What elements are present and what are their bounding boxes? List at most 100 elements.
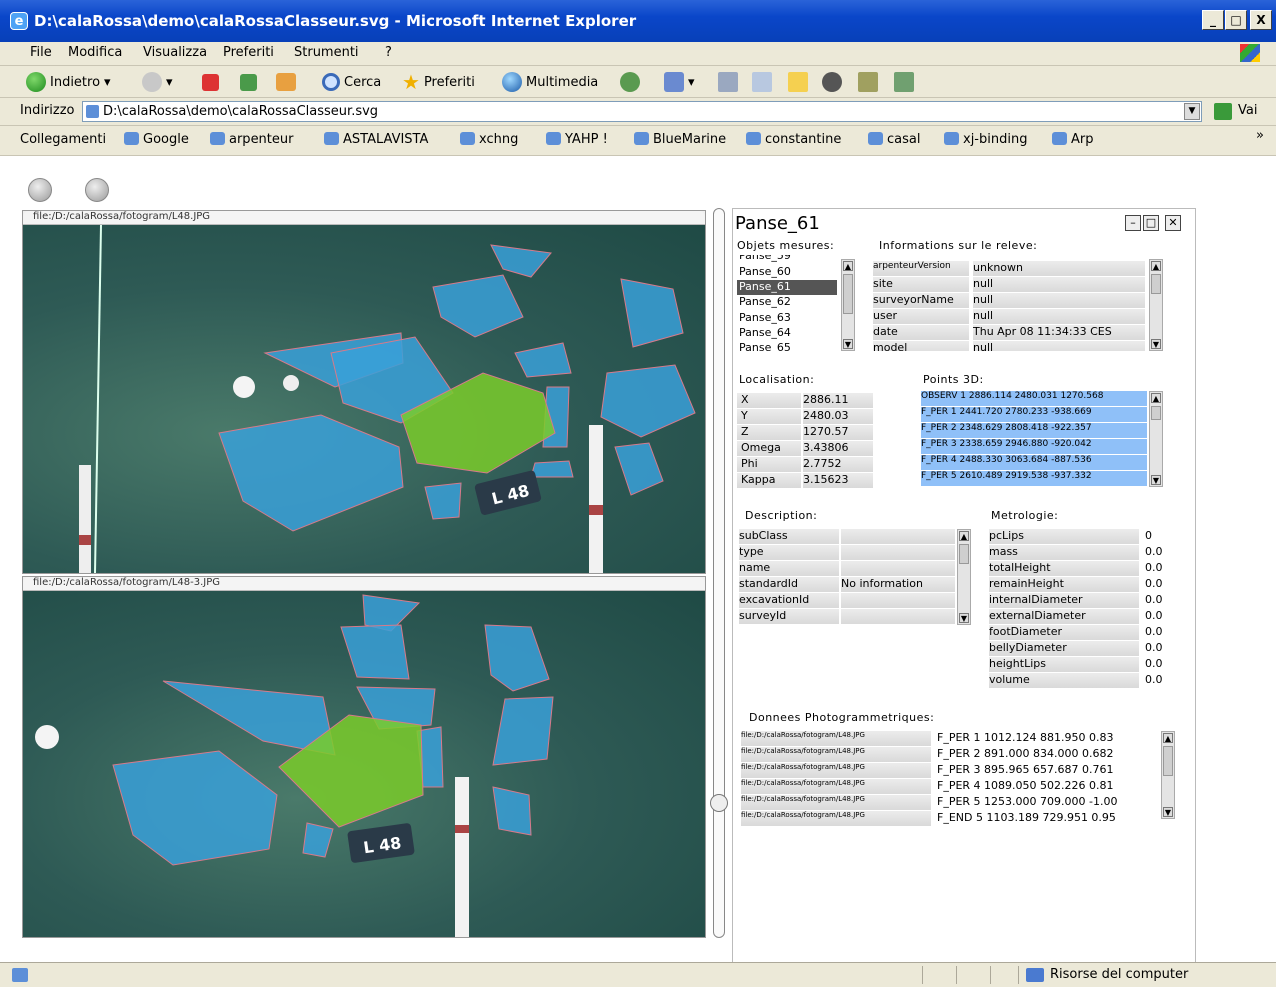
info-key: arpenteurVersion: [873, 261, 969, 276]
nav-circle-button-1[interactable]: [28, 178, 52, 202]
photo-value: F_PER 4 1089.050 502.226 0.81: [937, 779, 1114, 792]
info-label: Informations sur le releve:: [879, 239, 1038, 252]
forward-button[interactable]: ▾: [142, 70, 173, 94]
go-button[interactable]: Vai: [1238, 103, 1257, 118]
desc-key: name: [739, 561, 839, 576]
refresh-icon: [240, 73, 257, 91]
folder-icon: [788, 72, 808, 92]
link-google[interactable]: Google: [124, 132, 189, 147]
link-label: constantine: [765, 132, 842, 147]
ie-logo-icon: e: [10, 12, 28, 30]
description-scrollbar[interactable]: ▲ ▼: [957, 529, 971, 625]
list-item[interactable]: F_PER 3 2338.659 2946.880 -920.042: [921, 439, 1147, 454]
metro-value: 0.0: [1145, 625, 1163, 638]
media-button[interactable]: Multimedia: [502, 70, 598, 94]
mail-button[interactable]: ▾: [664, 70, 695, 94]
menu-modifica[interactable]: Modifica: [68, 45, 122, 60]
refresh-button[interactable]: [240, 70, 257, 94]
links-overflow-button[interactable]: »: [1256, 128, 1264, 143]
splitter[interactable]: [710, 208, 728, 938]
address-input[interactable]: D:\calaRossa\demo\calaRossaClasseur.svg: [82, 101, 1202, 122]
maximize-button[interactable]: □: [1225, 10, 1247, 30]
photo-data-scrollbar[interactable]: ▲ ▼: [1161, 731, 1175, 819]
panel-maximize-button[interactable]: □: [1143, 215, 1159, 231]
list-item[interactable]: Panse_59: [739, 255, 837, 264]
list-item[interactable]: Panse_62: [739, 295, 837, 310]
menu-help[interactable]: ?: [385, 45, 392, 60]
link-casal[interactable]: casal: [868, 132, 920, 147]
list-item[interactable]: F_PER 2 2348.629 2808.418 -922.357: [921, 423, 1147, 438]
photo-data-table: file:/D:/calaRossa/fotogram/L48.JPG F_PER…: [741, 731, 1171, 827]
photo-frame-1: file:/D:/calaRossa/fotogram/L48.JPG L 48: [22, 210, 706, 574]
menu-preferiti[interactable]: Preferiti: [223, 45, 274, 60]
link-label: YAHP !: [565, 132, 608, 147]
link-astalavista[interactable]: ASTALAVISTA: [324, 132, 428, 147]
star-icon: ★: [402, 70, 420, 94]
go-arrow-icon[interactable]: [1214, 103, 1232, 120]
list-item[interactable]: OBSERV 1 2886.114 2480.031 1270.568: [921, 391, 1147, 406]
link-xchng[interactable]: xchng: [460, 132, 518, 147]
search-button[interactable]: Cerca: [322, 70, 381, 94]
back-button[interactable]: Indietro ▾: [26, 70, 111, 94]
stop-button[interactable]: [202, 70, 219, 94]
link-icon: [1052, 132, 1067, 145]
zone-label: Risorse del computer: [1050, 967, 1189, 982]
list-item[interactable]: Panse_60: [739, 265, 837, 280]
list-item-selected[interactable]: Panse_61: [737, 280, 837, 295]
photo-file: file:/D:/calaRossa/fotogram/L48.JPG: [741, 731, 931, 746]
link-arpenteur[interactable]: arpenteur: [210, 132, 293, 147]
status-bar: Risorse del computer: [0, 962, 1276, 987]
metro-value: 0.0: [1145, 561, 1163, 574]
close-button[interactable]: X: [1250, 10, 1272, 30]
computer-icon: [1026, 968, 1044, 982]
list-item[interactable]: Panse_64: [739, 326, 837, 341]
list-item[interactable]: F_PER 4 2488.330 3063.684 -887.536: [921, 455, 1147, 470]
panel-minimize-button[interactable]: –: [1125, 215, 1141, 231]
metro-value: 0: [1145, 529, 1152, 542]
folder-button[interactable]: [788, 70, 808, 94]
edit-button[interactable]: [752, 70, 772, 94]
desc-key: standardId: [739, 577, 839, 592]
nav-circle-button-2[interactable]: [85, 178, 109, 202]
history-button[interactable]: [620, 70, 640, 94]
photo-1[interactable]: L 48: [23, 225, 705, 573]
photo-2[interactable]: L 48: [23, 591, 705, 937]
list-item[interactable]: F_PER 5 2610.489 2919.538 -937.332: [921, 471, 1147, 486]
tools-button[interactable]: [894, 70, 914, 94]
desc-value: [841, 593, 955, 608]
photo-value: F_END 5 1103.189 729.951 0.95: [937, 811, 1116, 824]
link-xj-binding[interactable]: xj-binding: [944, 132, 1027, 147]
link-yahp[interactable]: YAHP !: [546, 132, 608, 147]
info-value: null: [973, 277, 1145, 292]
loc-key: Phi: [737, 457, 801, 472]
favorites-button[interactable]: ★ Preferiti: [402, 70, 475, 94]
menu-file[interactable]: File: [30, 45, 52, 60]
research-button[interactable]: [858, 70, 878, 94]
link-constantine[interactable]: constantine: [746, 132, 841, 147]
panel-close-button[interactable]: ✕: [1165, 215, 1181, 231]
menu-strumenti[interactable]: Strumenti: [294, 45, 359, 60]
points-scrollbar[interactable]: ▲ ▼: [1149, 391, 1163, 487]
home-button[interactable]: [276, 70, 296, 94]
link-arp[interactable]: Arp: [1052, 132, 1094, 147]
objets-list: Panse_59 Panse_60 Panse_61 Panse_62 Pans…: [737, 255, 855, 351]
list-item[interactable]: Panse_65: [739, 341, 837, 351]
points-list: OBSERV 1 2886.114 2480.031 1270.568 F_PE…: [921, 391, 1147, 487]
link-label: ASTALAVISTA: [343, 132, 429, 147]
link-bluemarine[interactable]: BlueMarine: [634, 132, 726, 147]
list-item[interactable]: F_PER 1 2441.720 2780.233 -938.669: [921, 407, 1147, 422]
splitter-handle[interactable]: [710, 794, 728, 812]
list-item[interactable]: Panse_63: [739, 311, 837, 326]
objets-scrollbar[interactable]: ▲ ▼: [841, 259, 855, 351]
desc-value: No information: [841, 577, 955, 592]
print-button[interactable]: [718, 70, 738, 94]
mail-icon: [664, 72, 684, 92]
desc-value: [841, 561, 955, 576]
window-title: D:\calaRossa\demo\calaRossaClasseur.svg …: [34, 12, 637, 30]
messenger-button[interactable]: [822, 70, 842, 94]
address-dropdown[interactable]: ▼: [1184, 103, 1200, 120]
minimize-button[interactable]: _: [1202, 10, 1224, 30]
info-scrollbar[interactable]: ▲ ▼: [1149, 259, 1163, 351]
menu-visualizza[interactable]: Visualizza: [143, 45, 207, 60]
metro-value: 0.0: [1145, 609, 1163, 622]
